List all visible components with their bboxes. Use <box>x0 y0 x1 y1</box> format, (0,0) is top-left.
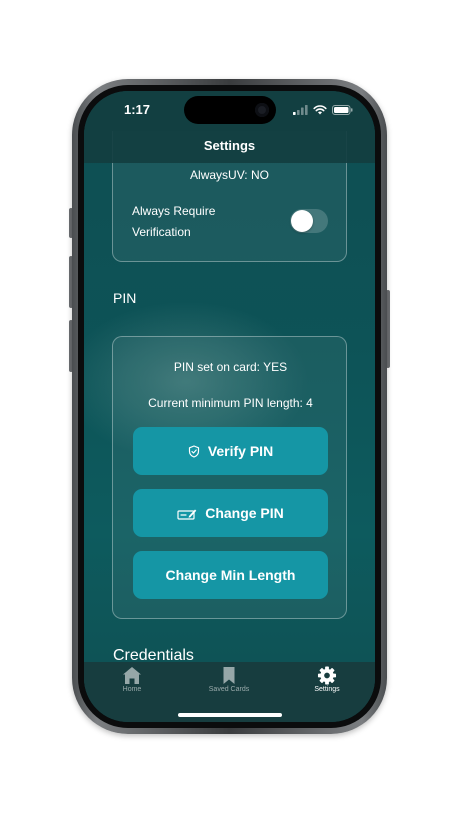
pin-section-heading: PIN <box>113 290 137 306</box>
shield-check-icon <box>188 444 200 458</box>
tab-settings[interactable]: Settings <box>282 666 372 693</box>
toggle-knob <box>291 210 313 232</box>
page-title: Settings <box>203 138 256 153</box>
status-time: 1:17 <box>124 102 151 117</box>
phone-screen: AlwaysUV: NO Always Require Verification… <box>84 91 375 722</box>
tab-home-label: Home <box>122 686 142 693</box>
wifi-icon <box>313 105 327 115</box>
canvas: AlwaysUV: NO Always Require Verification… <box>0 0 458 813</box>
tab-settings-label: Settings <box>314 686 340 693</box>
home-icon <box>122 666 142 685</box>
pin-card: PIN set on card: YES Current minimum PIN… <box>112 336 347 619</box>
edit-field-icon <box>177 507 197 520</box>
change-pin-button[interactable]: Change PIN <box>133 489 328 537</box>
battery-icon <box>332 105 353 115</box>
change-min-length-label: Change Min Length <box>165 567 296 583</box>
dynamic-island <box>184 96 276 124</box>
status-bar: 1:17 <box>84 91 375 135</box>
bookmark-icon <box>222 666 236 685</box>
pin-set-status: PIN set on card: YES <box>173 360 288 374</box>
verify-pin-label: Verify PIN <box>207 443 274 459</box>
status-icons <box>293 104 353 116</box>
always-require-verification-toggle[interactable] <box>290 209 328 233</box>
tab-saved-cards[interactable]: Saved Cards <box>184 666 274 693</box>
front-camera <box>255 103 269 117</box>
change-min-length-button[interactable]: Change Min Length <box>133 551 328 599</box>
gear-icon <box>317 666 337 685</box>
home-indicator[interactable] <box>178 713 282 717</box>
verify-pin-button[interactable]: Verify PIN <box>133 427 328 475</box>
always-uv-status: AlwaysUV: NO <box>190 168 269 182</box>
tab-home[interactable]: Home <box>87 666 177 693</box>
tab-saved-cards-label: Saved Cards <box>208 686 250 693</box>
min-pin-length-status: Current minimum PIN length: 4 <box>148 396 313 410</box>
signal-icon <box>293 105 308 115</box>
always-require-verification-label: Always Require Verification <box>132 204 216 239</box>
change-pin-label: Change PIN <box>205 505 284 521</box>
